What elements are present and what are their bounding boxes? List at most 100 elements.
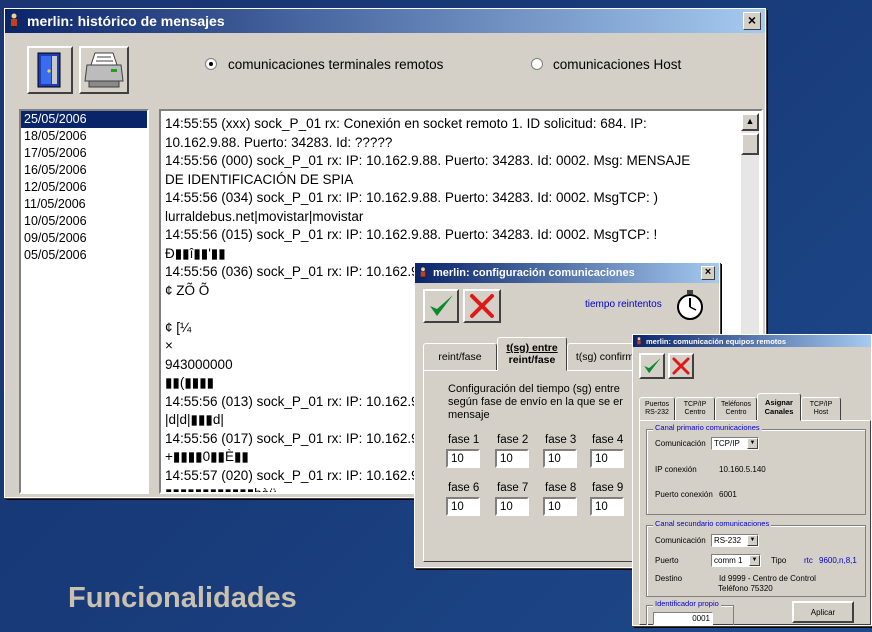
tab-reint-fase[interactable]: reint/fase xyxy=(423,343,497,371)
fase-input[interactable]: 10 xyxy=(543,497,577,516)
radio-terminales-label: comunicaciones terminales remotos xyxy=(228,57,444,72)
fase-input[interactable]: 10 xyxy=(590,449,624,468)
fase-label: fase 8 xyxy=(545,482,577,494)
list-item[interactable]: 25/05/2006 xyxy=(21,111,147,128)
scroll-up-arrow-icon[interactable]: ▲ xyxy=(741,113,759,131)
date-list[interactable]: 25/05/2006 18/05/2006 17/05/2006 16/05/2… xyxy=(19,109,149,494)
group-title: Canal secundario comunicaciones xyxy=(653,519,772,528)
fase-label: fase 1 xyxy=(448,434,480,446)
list-item[interactable]: 09/05/2006 xyxy=(21,230,147,247)
description-line: mensaje xyxy=(448,409,490,421)
cancel-button[interactable] xyxy=(668,353,694,379)
tab-label: RS-232 xyxy=(645,409,669,416)
input-value: 0001 xyxy=(692,614,710,623)
tab-tcpip-centro[interactable]: TCP/IP Centro xyxy=(675,397,715,421)
accept-button[interactable] xyxy=(639,353,665,379)
tab-asignar-canales[interactable]: Asignar Canales xyxy=(757,393,801,421)
tab-label: Canales xyxy=(764,407,794,416)
tipo-label: Tipo xyxy=(771,556,787,565)
config-title: merlin: configuración comunicaciones xyxy=(433,267,635,279)
cross-icon xyxy=(672,357,690,375)
chevron-down-icon[interactable]: ▼ xyxy=(747,535,758,546)
puerto-select[interactable]: comm 1 ▼ xyxy=(711,554,761,567)
exit-door-button[interactable] xyxy=(27,46,73,94)
remote-title-bar[interactable]: merlin: comunicación equipos remotos xyxy=(633,335,871,347)
ip-value: 10.160.5.140 xyxy=(719,465,766,474)
app-icon xyxy=(9,13,19,29)
tab-label: t(sg) confirm xyxy=(575,351,635,363)
chevron-down-icon[interactable]: ▼ xyxy=(747,438,758,449)
print-button[interactable] xyxy=(79,46,129,94)
printer-icon xyxy=(84,52,124,88)
radio-host-label: comunicaciones Host xyxy=(553,57,682,72)
tab-puertos-rs232[interactable]: Puertos RS-232 xyxy=(639,397,675,421)
tipo-value: rtc xyxy=(804,556,813,565)
fase-input[interactable]: 10 xyxy=(543,449,577,468)
list-item[interactable]: 05/05/2006 xyxy=(21,247,147,264)
config-description: Configuración del tiempo (sg) entre segú… xyxy=(448,383,623,422)
tab-tcpip-host[interactable]: TCP/IP Host xyxy=(801,397,841,421)
puerto-conexion-value: 6001 xyxy=(719,490,737,499)
comunicacion-label: Comunicación xyxy=(655,439,706,448)
tab-label: reint/fase xyxy=(438,351,482,363)
list-item[interactable]: 16/05/2006 xyxy=(21,162,147,179)
fase-input[interactable]: 10 xyxy=(590,497,624,516)
log-line: 14:55:55 (xxx) sock_P_01 rx: Conexión en… xyxy=(165,116,647,131)
log-line: 14:55:56 (015) sock_P_01 rx: IP: 10.162.… xyxy=(165,227,658,242)
scroll-thumb[interactable] xyxy=(741,133,759,155)
fase-label: fase 2 xyxy=(497,434,529,446)
log-line: Ð▮▮î▮▮'▮▮ xyxy=(165,245,226,261)
radio-host[interactable] xyxy=(531,58,543,70)
tab-label: t(sg) entre xyxy=(506,342,558,354)
remote-title: merlin: comunicación equipos remotos xyxy=(646,336,787,346)
checkmark-icon xyxy=(644,358,661,374)
aplicar-button[interactable]: Aplicar xyxy=(792,601,854,623)
accept-button[interactable] xyxy=(423,289,459,323)
fase-input[interactable]: 10 xyxy=(446,449,480,468)
tab-label: Centro xyxy=(725,409,747,416)
list-item[interactable]: 18/05/2006 xyxy=(21,128,147,145)
config-title-bar[interactable]: merlin: configuración comunicaciones × xyxy=(415,263,719,283)
comunicacion-select[interactable]: TCP/IP ▼ xyxy=(711,437,759,450)
list-item[interactable]: 12/05/2006 xyxy=(21,179,147,196)
cancel-button[interactable] xyxy=(463,289,501,323)
tab-tiempo-entre-reint[interactable]: t(sg) entre reint/fase xyxy=(497,337,567,371)
tab-label: Asignar xyxy=(765,398,793,407)
fase-input[interactable]: 10 xyxy=(446,497,480,516)
comunicacion-select[interactable]: RS-232 ▼ xyxy=(711,534,759,547)
primary-channel-group: Canal primario comunicaciones Comunicaci… xyxy=(646,423,866,515)
fase-input[interactable]: 10 xyxy=(495,497,529,516)
config-tabs: reint/fase t(sg) entre reint/fase t(sg) … xyxy=(423,337,643,371)
log-line: 14:55:56 (000) sock_P_01 rx: IP: 10.162.… xyxy=(165,153,691,168)
close-button[interactable]: × xyxy=(701,266,715,280)
tab-label: Puertos xyxy=(644,401,670,408)
tab-panel: Canal primario comunicaciones Comunicaci… xyxy=(639,420,871,625)
history-title-bar[interactable]: merlin: histórico de mensajes × xyxy=(5,9,765,33)
group-title: Canal primario comunicaciones xyxy=(653,423,762,432)
description-line: según fase de envío en la que se er xyxy=(448,396,623,408)
identificador-input[interactable]: 0001 xyxy=(653,612,713,625)
close-button[interactable]: × xyxy=(743,12,761,30)
fase-input[interactable]: 10 xyxy=(495,449,529,468)
list-item[interactable]: 11/05/2006 xyxy=(21,196,147,213)
log-line: lurraldebus.net|movistar|movistar xyxy=(165,208,364,224)
select-value: TCP/IP xyxy=(714,439,740,448)
remote-equipment-window: merlin: comunicación equipos remotos Pue… xyxy=(632,334,872,626)
button-label: Aplicar xyxy=(810,607,836,617)
chevron-down-icon[interactable]: ▼ xyxy=(749,555,760,566)
list-item[interactable]: 17/05/2006 xyxy=(21,145,147,162)
destino-label: Destino xyxy=(655,574,683,583)
identificador-group: Identificador propio 0001 xyxy=(646,599,734,625)
tab-telefonos-centro[interactable]: Teléfonos Centro xyxy=(715,397,757,421)
radio-terminales-remotos[interactable] xyxy=(205,58,217,70)
app-icon xyxy=(419,267,427,279)
description-line: Configuración del tiempo (sg) entre xyxy=(448,383,620,395)
log-line: 10.162.9.88. Puerto: 34283. Id: ????? xyxy=(165,134,393,150)
tab-label: TCP/IP xyxy=(809,401,833,408)
list-item[interactable]: 10/05/2006 xyxy=(21,213,147,230)
tab-label: reint/fase xyxy=(508,354,556,366)
log-line: 14:55:56 (034) sock_P_01 rx: IP: 10.162.… xyxy=(165,190,659,205)
checkmark-icon xyxy=(430,295,453,316)
tab-label: Teléfonos xyxy=(721,401,751,408)
fase-label: fase 6 xyxy=(448,482,480,494)
